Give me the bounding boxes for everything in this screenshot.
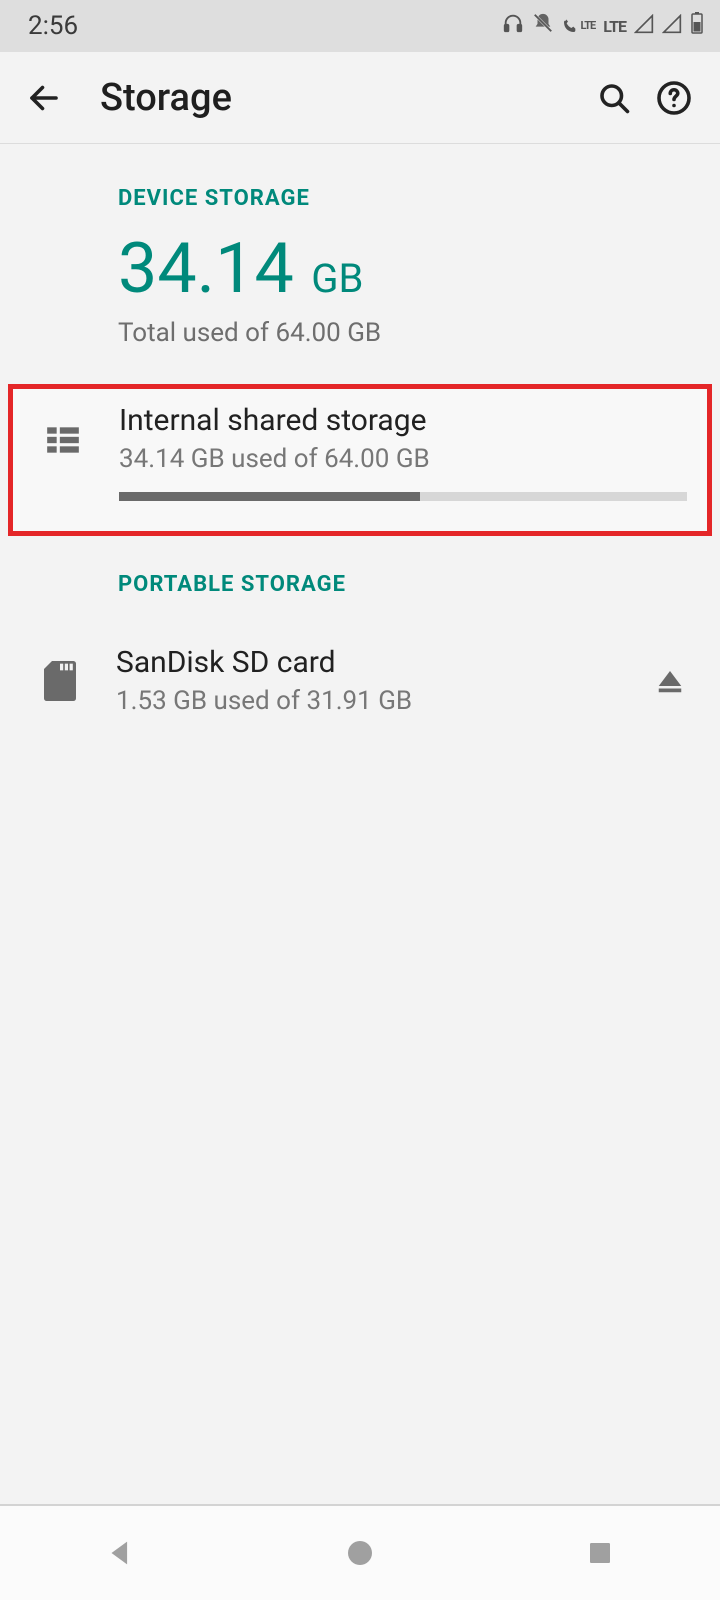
highlight-annotation: Internal shared storage 34.14 GB used of… [8, 384, 712, 536]
status-time: 2:56 [28, 11, 78, 41]
storage-summary[interactable]: 34.14 GB Total used of 64.00 GB [0, 231, 720, 384]
nav-back-button[interactable] [60, 1536, 180, 1570]
storage-used-subtitle: Total used of 64.00 GB [118, 318, 720, 348]
lte-label: LTE [603, 17, 626, 36]
signal-2-icon [662, 11, 682, 41]
signal-1-icon [634, 11, 654, 41]
headphones-icon [502, 11, 524, 41]
eject-button[interactable] [642, 666, 698, 696]
internal-storage-subtitle: 34.14 GB used of 64.00 GB [119, 444, 687, 474]
battery-icon [690, 11, 704, 41]
internal-storage-progress [119, 492, 687, 501]
page-title: Storage [100, 76, 584, 120]
app-bar: Storage [0, 52, 720, 144]
notifications-off-icon [532, 11, 554, 41]
status-bar: 2:56 LTE LTE [0, 0, 720, 52]
status-icons: LTE LTE [502, 11, 704, 41]
sdcard-icon [22, 661, 98, 701]
storage-used-unit: GB [311, 255, 363, 302]
portable-storage-header: PORTABLE STORAGE [0, 542, 720, 617]
device-storage-header: DEVICE STORAGE [0, 144, 720, 231]
sdcard-subtitle: 1.53 GB used of 31.91 GB [116, 686, 642, 716]
storage-used-number: 34.14 [118, 228, 294, 310]
storage-used-value: 34.14 GB [118, 231, 720, 308]
nav-home-button[interactable] [300, 1537, 420, 1569]
internal-storage-progress-fill [119, 492, 420, 501]
navigation-bar [0, 1504, 720, 1600]
sdcard-title: SanDisk SD card [116, 645, 642, 680]
storage-icon [25, 403, 101, 459]
help-button[interactable] [644, 80, 704, 116]
internal-storage-row[interactable]: Internal shared storage 34.14 GB used of… [25, 403, 687, 501]
sdcard-row[interactable]: SanDisk SD card 1.53 GB used of 31.91 GB [0, 617, 720, 744]
internal-storage-title: Internal shared storage [119, 403, 687, 438]
volte-icon: LTE [562, 18, 595, 34]
nav-recent-button[interactable] [540, 1538, 660, 1568]
search-button[interactable] [584, 80, 644, 116]
content: DEVICE STORAGE 34.14 GB Total used of 64… [0, 144, 720, 744]
back-button[interactable] [16, 80, 72, 116]
